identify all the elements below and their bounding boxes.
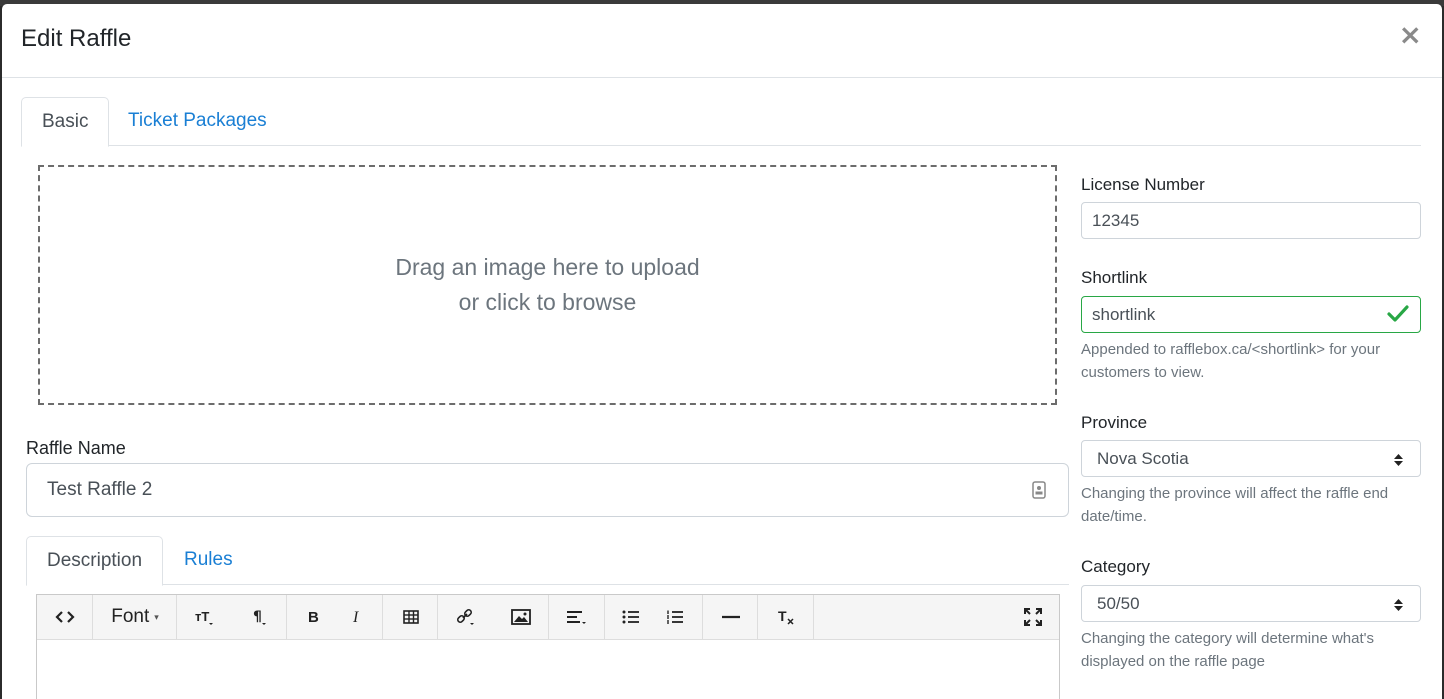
align-button[interactable] — [549, 595, 605, 639]
select-arrows-icon — [1393, 452, 1404, 472]
category-value: 50/50 — [1097, 593, 1140, 613]
font-label: Font — [111, 606, 150, 627]
modal-header: Edit Raffle × — [2, 4, 1442, 78]
svg-text:T: T — [778, 609, 787, 624]
province-select[interactable]: Nova Scotia — [1081, 440, 1421, 477]
toolbar-group-code — [37, 595, 93, 639]
dropzone-text-line1: Drag an image here to upload — [395, 254, 700, 280]
italic-icon: I — [352, 609, 359, 625]
svg-text:I: I — [352, 609, 359, 625]
svg-text:B: B — [308, 609, 319, 625]
toolbar-group-font: Font ▾ — [93, 595, 177, 639]
province-label: Province — [1081, 413, 1148, 432]
image-icon — [511, 609, 531, 625]
toolbar-group-insert — [438, 595, 549, 639]
category-select[interactable]: 50/50 — [1081, 585, 1421, 622]
dropzone-text-line2: or click to browse — [458, 289, 637, 315]
link-icon — [456, 608, 474, 625]
editor-content-area[interactable] — [37, 640, 1059, 699]
table-icon — [402, 610, 419, 624]
svg-text:¶: ¶ — [253, 609, 262, 625]
toolbar-group-align — [549, 595, 605, 639]
raffle-name-input[interactable]: Test Raffle 2 — [26, 463, 1069, 517]
province-help: Changing the province will affect the ra… — [1081, 485, 1389, 525]
select-arrows-icon — [1393, 597, 1404, 617]
close-button[interactable]: × — [1399, 21, 1422, 49]
table-button[interactable] — [383, 595, 438, 639]
check-icon — [1386, 302, 1410, 331]
license-number-label: License Number — [1081, 175, 1205, 194]
link-button[interactable] — [438, 595, 493, 639]
contact-card-icon — [1032, 481, 1046, 505]
horizontal-rule-icon — [721, 615, 740, 619]
shortlink-input[interactable]: shortlink — [1081, 296, 1421, 333]
toolbar-group-format: B I — [287, 595, 383, 639]
category-help: Changing the category will determine wha… — [1081, 630, 1375, 670]
tab-description[interactable]: Description — [26, 536, 164, 586]
license-number-value: 12345 — [1092, 210, 1140, 230]
numbered-list-button[interactable] — [649, 595, 701, 639]
font-size-button[interactable]: тТ — [177, 595, 232, 639]
code-icon — [54, 611, 75, 623]
province-value: Nova Scotia — [1097, 448, 1189, 468]
image-button[interactable] — [493, 595, 549, 639]
tab-rules[interactable]: Rules — [164, 536, 253, 585]
paragraph-style-button[interactable]: ¶ — [232, 595, 287, 639]
horizontal-rule-button[interactable] — [703, 595, 758, 639]
shortlink-label: Shortlink — [1081, 268, 1148, 287]
toolbar-group-lists — [605, 595, 703, 639]
description-tabs: Description Rules — [26, 536, 1069, 586]
bold-icon: B — [308, 609, 319, 625]
bullet-list-icon — [622, 610, 639, 624]
toolbar-group-style: тТ ¶ — [177, 595, 287, 639]
license-number-input[interactable]: 12345 — [1081, 202, 1421, 239]
category-label: Category — [1081, 557, 1150, 576]
font-dropdown-button[interactable]: Font ▾ — [93, 595, 177, 639]
code-view-button[interactable] — [37, 595, 92, 639]
clear-format-icon: T — [778, 609, 794, 625]
shortlink-value: shortlink — [1092, 304, 1156, 324]
svg-text:тТ: тТ — [195, 609, 209, 624]
editor-toolbar: Font ▾ тТ ¶ B I T — [37, 595, 1059, 640]
raffle-name-label: Raffle Name — [26, 438, 126, 458]
shortlink-help: Appended to rafflebox.ca/<shortlink> for… — [1081, 341, 1381, 381]
fullscreen-icon — [1023, 608, 1042, 626]
paragraph-icon: ¶ — [253, 609, 266, 625]
toolbar-group-clear: T — [758, 595, 814, 639]
numbered-list-icon — [667, 610, 683, 624]
fullscreen-button[interactable] — [1005, 595, 1060, 639]
raffle-name-value: Test Raffle 2 — [47, 479, 153, 500]
align-left-icon — [567, 611, 586, 624]
clear-format-button[interactable]: T — [758, 595, 814, 639]
tab-ticket-packages[interactable]: Ticket Packages — [108, 97, 287, 146]
toolbar-group-hr — [703, 595, 758, 639]
caret-down-icon: ▾ — [154, 611, 159, 622]
edit-raffle-modal: Edit Raffle × Basic Ticket Packages Drag… — [2, 4, 1442, 699]
image-dropzone[interactable]: Drag an image here to upload or click to… — [38, 165, 1057, 405]
main-tabs: Basic Ticket Packages — [21, 97, 1421, 147]
toolbar-group-table — [383, 595, 438, 639]
rich-text-editor: Font ▾ тТ ¶ B I T — [36, 594, 1060, 699]
tab-basic[interactable]: Basic — [21, 97, 110, 147]
modal-title: Edit Raffle — [21, 25, 132, 52]
text-size-icon: тТ — [195, 609, 213, 625]
italic-button[interactable]: I — [331, 595, 383, 639]
